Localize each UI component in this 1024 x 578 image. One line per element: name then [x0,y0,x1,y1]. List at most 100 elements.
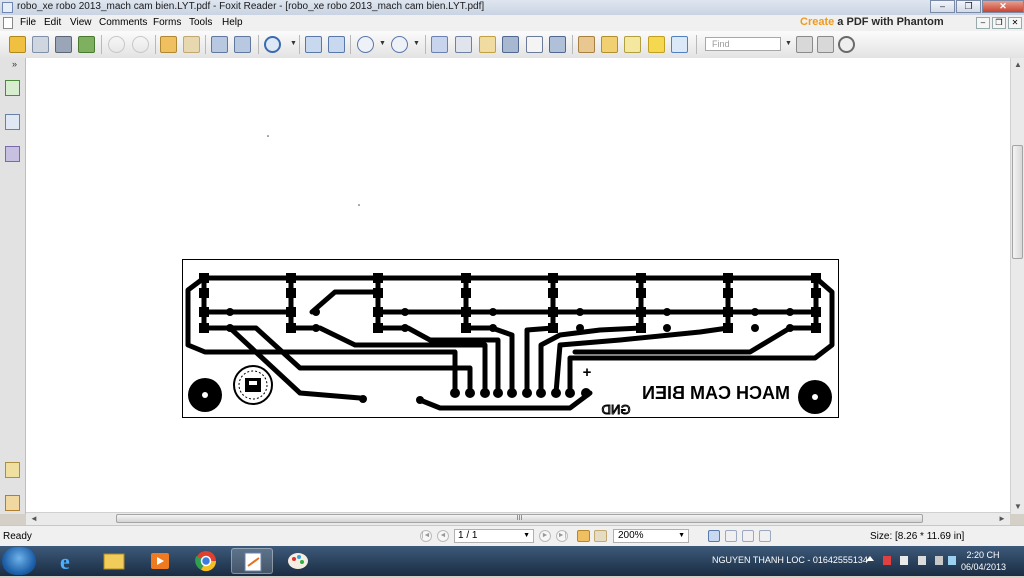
fit-page-icon[interactable] [305,36,322,53]
typewriter-icon[interactable] [526,36,543,53]
chevron-down-icon[interactable]: ▼ [379,40,386,47]
chevron-down-icon[interactable]: ▼ [413,40,420,47]
menu-file[interactable]: File [20,17,36,28]
attachment-icon[interactable] [578,36,595,53]
toolbar-separator [572,35,573,54]
undo-icon[interactable] [108,36,125,53]
close-button[interactable]: ✕ [982,0,1024,13]
next-page-icon[interactable]: ► [539,530,551,542]
doc-minimize-button[interactable]: – [976,17,990,29]
single-page-icon[interactable] [708,530,720,542]
find-previous-icon[interactable] [796,36,813,53]
network-icon[interactable] [935,556,943,565]
print-icon[interactable] [55,36,72,53]
continuous-facing-icon[interactable] [759,530,771,542]
toolbar-separator [101,35,102,54]
facing-icon[interactable] [742,530,754,542]
rotate-left-icon[interactable] [211,36,228,53]
document-view[interactable]: MACH CAM BIEN GND + [26,58,1010,512]
hand-tool-icon[interactable] [431,36,448,53]
volume-icon[interactable] [918,556,926,565]
chrome-icon[interactable] [185,548,227,574]
pages-icon[interactable] [5,114,20,130]
open-icon[interactable] [9,36,26,53]
menu-tools[interactable]: Tools [189,17,212,28]
media-player-icon[interactable] [139,548,181,574]
start-button[interactable] [2,547,36,575]
document-icon[interactable] [3,17,13,29]
bookmarks-icon[interactable] [5,80,20,96]
arrow-tool-icon[interactable] [671,36,688,53]
previous-page-icon[interactable]: ◄ [437,530,449,542]
scroll-up-icon[interactable]: ▲ [1014,60,1022,69]
scroll-left-icon[interactable]: ◄ [30,514,38,523]
zoom-in-icon[interactable] [391,36,408,53]
redo-icon[interactable] [132,36,149,53]
minimize-button[interactable]: – [930,0,955,13]
menu-help[interactable]: Help [222,17,243,28]
window-controls: – ❐ ✕ [929,0,1024,13]
chevron-down-icon[interactable]: ▼ [523,530,530,542]
page-number-value: 1 / 1 [458,530,478,541]
binoculars-icon[interactable] [502,36,519,53]
horizontal-scroll-thumb[interactable]: III [116,514,923,523]
doc-close-button[interactable]: ✕ [1008,17,1022,29]
go-back-icon[interactable] [577,530,590,542]
menu-comments[interactable]: Comments [99,17,147,28]
select-text-icon[interactable] [455,36,472,53]
edit-note-icon[interactable] [601,36,618,53]
find-next-icon[interactable] [817,36,834,53]
language-tray-icon[interactable] [948,556,956,565]
menu-edit[interactable]: Edit [44,17,61,28]
text-box-icon[interactable] [624,36,641,53]
file-explorer-icon[interactable] [93,548,135,574]
forward-arrow-icon[interactable] [183,36,200,53]
antivirus-tray-icon[interactable] [883,556,891,565]
chevron-down-icon[interactable]: ▼ [290,40,297,47]
save-icon[interactable] [32,36,49,53]
go-forward-icon[interactable] [594,530,607,542]
zoom-out-icon[interactable] [357,36,374,53]
phantom-promo-link[interactable]: Create a PDF with Phantom [800,16,944,28]
snapshot-icon[interactable] [549,36,566,53]
fit-width-icon[interactable] [328,36,345,53]
scroll-right-icon[interactable]: ► [998,514,1006,523]
system-clock[interactable]: 2:20 CH 06/04/2013 [961,549,1006,573]
show-hidden-icons-icon[interactable] [866,556,874,561]
window-title: robo_xe robo 2013_mach cam bien.LYT.pdf … [17,1,485,12]
foxit-app-icon [2,2,13,13]
action-center-flag-icon[interactable] [900,556,908,565]
promo-rest: a PDF with Phantom [834,16,944,28]
doc-restore-button[interactable]: ❐ [992,17,1006,29]
zoom-icon[interactable] [264,36,281,53]
page-number-field[interactable]: 1 / 1 ▼ [454,529,534,543]
find-input[interactable]: Find [705,37,781,51]
select-annotation-icon[interactable] [479,36,496,53]
foxit-reader-taskbar-icon[interactable] [231,548,273,574]
last-page-icon[interactable]: ►| [556,530,568,542]
first-page-icon[interactable]: |◄ [420,530,432,542]
note-icon[interactable] [648,36,665,53]
toolbar-separator [155,35,156,54]
back-arrow-icon[interactable] [160,36,177,53]
zoom-level-field[interactable]: 200% ▼ [613,529,689,543]
restore-button[interactable]: ❐ [956,0,981,13]
search-icon[interactable] [838,36,855,53]
continuous-icon[interactable] [725,530,737,542]
menu-forms[interactable]: Forms [153,17,181,28]
menu-view[interactable]: View [70,17,92,28]
vertical-scrollbar[interactable]: ▲ ▼ [1010,58,1024,514]
chevron-down-icon[interactable]: ▼ [785,40,792,47]
vertical-scroll-thumb[interactable] [1012,145,1023,259]
expand-panel-icon[interactable]: » [12,59,17,69]
paint-icon[interactable] [277,548,319,574]
internet-explorer-icon[interactable]: e [46,548,88,574]
scroll-down-icon[interactable]: ▼ [1014,502,1022,511]
layers-icon[interactable] [5,146,20,162]
comments-panel-icon[interactable] [5,462,20,478]
attachments-panel-icon[interactable] [5,495,20,511]
chevron-down-icon[interactable]: ▼ [678,530,685,542]
rotate-right-icon[interactable] [234,36,251,53]
email-icon[interactable] [78,36,95,53]
horizontal-scrollbar[interactable]: ◄ III ► [26,512,1010,525]
